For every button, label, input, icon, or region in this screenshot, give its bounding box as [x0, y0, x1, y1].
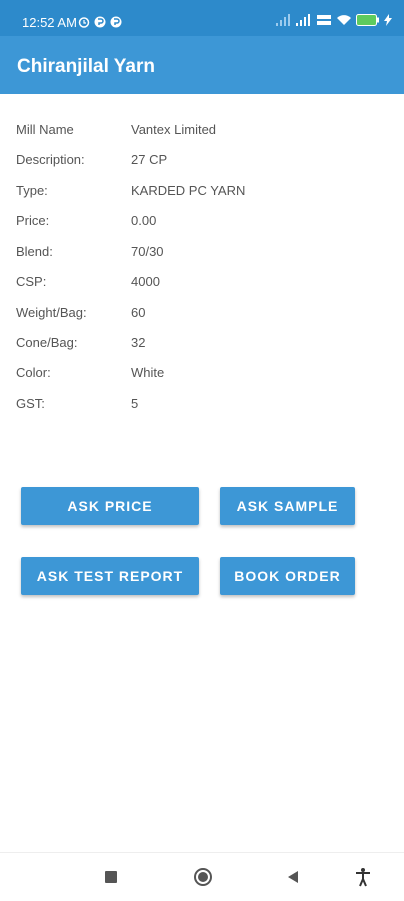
accessibility-icon[interactable] [353, 867, 373, 887]
battery-icon [356, 13, 380, 31]
ask-price-button[interactable]: ASK PRICE [21, 487, 199, 525]
app-bar: Chiranjilal Yarn [0, 36, 404, 94]
detail-label: GST: [16, 396, 45, 411]
status-notification-icons [78, 15, 122, 28]
signal-icon [276, 13, 292, 31]
detail-row-color: Color: White [0, 363, 404, 383]
detail-row-csp: CSP: 4000 [0, 272, 404, 292]
detail-label: Price: [16, 213, 50, 228]
detail-value: 27 CP [131, 152, 168, 167]
detail-label: Color: [16, 365, 51, 380]
detail-label: CSP: [16, 274, 47, 289]
recents-square-icon[interactable] [101, 867, 121, 887]
detail-row-cone-bag: Cone/Bag: 32 [0, 333, 404, 353]
app-notification-icon [94, 15, 106, 28]
status-bar: 12:52 AM [0, 0, 404, 36]
alarm-icon [78, 15, 90, 28]
status-time: 12:52 AM [22, 15, 77, 30]
signal-icon [296, 13, 312, 31]
system-nav-bar [0, 852, 404, 901]
detail-value: 0.00 [131, 213, 157, 228]
detail-row-gst: GST: 5 [0, 394, 404, 414]
detail-label: Type: [16, 183, 48, 198]
detail-row-mill-name: Mill Name Vantex Limited [0, 120, 404, 140]
detail-value: 60 [131, 305, 146, 320]
detail-value: Vantex Limited [131, 122, 217, 137]
detail-row-description: Description: 27 CP [0, 150, 404, 170]
app-title: Chiranjilal Yarn [17, 56, 155, 77]
wifi-icon [336, 13, 352, 31]
volte-wifi-icon [316, 13, 332, 31]
book-order-button[interactable]: BOOK ORDER [220, 557, 355, 595]
detail-row-price: Price: 0.00 [0, 211, 404, 231]
detail-label: Description: [16, 152, 85, 167]
detail-value: 4000 [131, 274, 160, 289]
detail-label: Blend: [16, 244, 53, 259]
back-triangle-icon[interactable] [283, 867, 303, 887]
detail-value: 70/30 [131, 244, 164, 259]
detail-label: Weight/Bag: [16, 305, 87, 320]
home-circle-icon[interactable] [193, 867, 213, 887]
detail-value: KARDED PC YARN [131, 183, 246, 198]
ask-sample-button[interactable]: ASK SAMPLE [220, 487, 355, 525]
detail-value: White [131, 365, 165, 380]
detail-row-type: Type: KARDED PC YARN [0, 181, 404, 201]
detail-row-blend: Blend: 70/30 [0, 242, 404, 262]
detail-label: Mill Name [16, 122, 74, 137]
detail-value: 32 [131, 335, 146, 350]
detail-value: 5 [131, 396, 139, 411]
app-notification-icon [110, 15, 122, 28]
status-system-icons [276, 13, 392, 31]
detail-label: Cone/Bag: [16, 335, 78, 350]
detail-row-weight-bag: Weight/Bag: 60 [0, 303, 404, 323]
charging-icon [384, 13, 392, 31]
ask-test-report-button[interactable]: ASK TEST REPORT [21, 557, 199, 595]
